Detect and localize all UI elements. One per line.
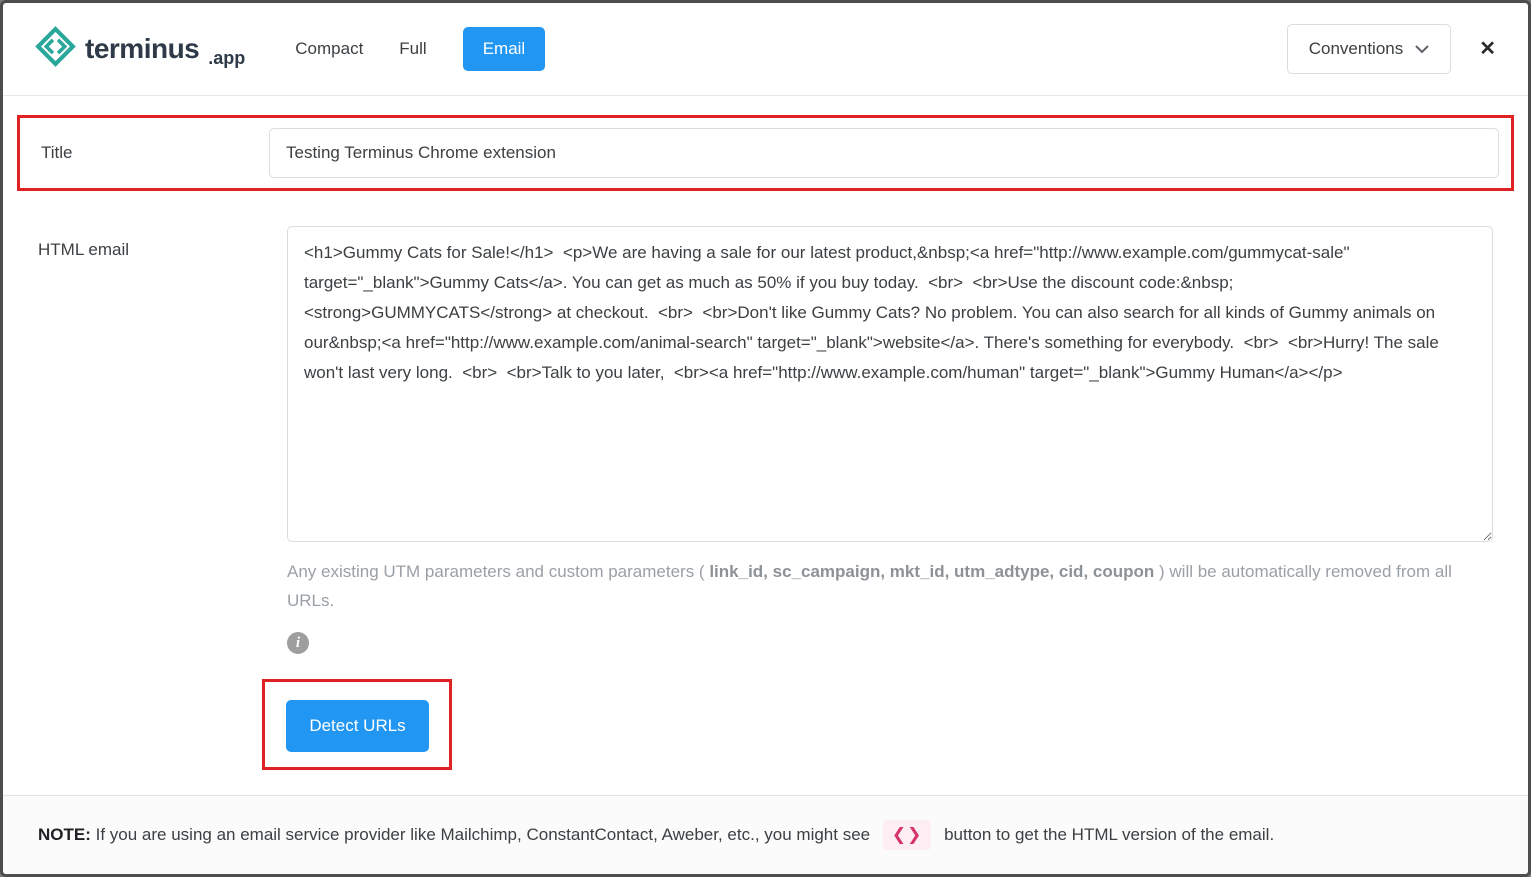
helper-text: Any existing UTM parameters and custom p… xyxy=(287,557,1493,615)
header: terminus .app Compact Full Email Conventi… xyxy=(3,3,1528,96)
detect-urls-button[interactable]: Detect URLs xyxy=(286,700,429,752)
title-input[interactable] xyxy=(269,128,1499,178)
title-label: Title xyxy=(41,143,73,162)
tab-email[interactable]: Email xyxy=(462,27,546,71)
footer-note: NOTE: If you are using an email service … xyxy=(3,795,1528,874)
note-label: NOTE: xyxy=(38,825,91,844)
html-email-label: HTML email xyxy=(38,240,129,259)
conventions-label: Conventions xyxy=(1308,39,1404,58)
conventions-dropdown[interactable]: Conventions xyxy=(1286,24,1452,74)
footer-note-text: NOTE: If you are using an email service … xyxy=(38,820,1274,850)
note-text-after: button to get the HTML version of the em… xyxy=(939,825,1275,844)
view-tabs: Compact Full Email xyxy=(295,27,546,71)
brand-name: terminus xyxy=(85,33,200,64)
brand-suffix: .app xyxy=(208,48,246,68)
code-icon: ❮❯ xyxy=(882,820,932,850)
helper-params: link_id, sc_campaign, mkt_id, utm_adtype… xyxy=(709,562,1155,581)
html-email-row: HTML email <h1>Gummy Cats for Sale!</h1>… xyxy=(3,226,1528,770)
note-text-before: If you are using an email service provid… xyxy=(90,825,875,844)
tab-compact[interactable]: Compact xyxy=(295,39,363,59)
annotation-box-detect-urls: Detect URLs xyxy=(262,679,452,770)
html-email-textarea[interactable]: <h1>Gummy Cats for Sale!</h1> <p>We are … xyxy=(287,226,1493,542)
annotation-box-title: Title xyxy=(17,115,1514,191)
terminus-logo: terminus .app xyxy=(35,26,245,72)
helper-prefix: Any existing UTM parameters and custom p… xyxy=(287,562,710,581)
title-row: Title xyxy=(20,128,1499,178)
header-actions: Conventions ✕ xyxy=(1286,24,1496,74)
terminus-logo-icon xyxy=(35,26,76,72)
terminus-extension-window: terminus .app Compact Full Email Conventi… xyxy=(0,0,1531,877)
tab-full[interactable]: Full xyxy=(399,39,426,59)
html-email-column: <h1>Gummy Cats for Sale!</h1> <p>We are … xyxy=(262,226,1493,770)
close-icon[interactable]: ✕ xyxy=(1479,39,1496,59)
chevron-down-icon xyxy=(1415,39,1429,59)
info-icon[interactable]: i xyxy=(287,632,309,654)
